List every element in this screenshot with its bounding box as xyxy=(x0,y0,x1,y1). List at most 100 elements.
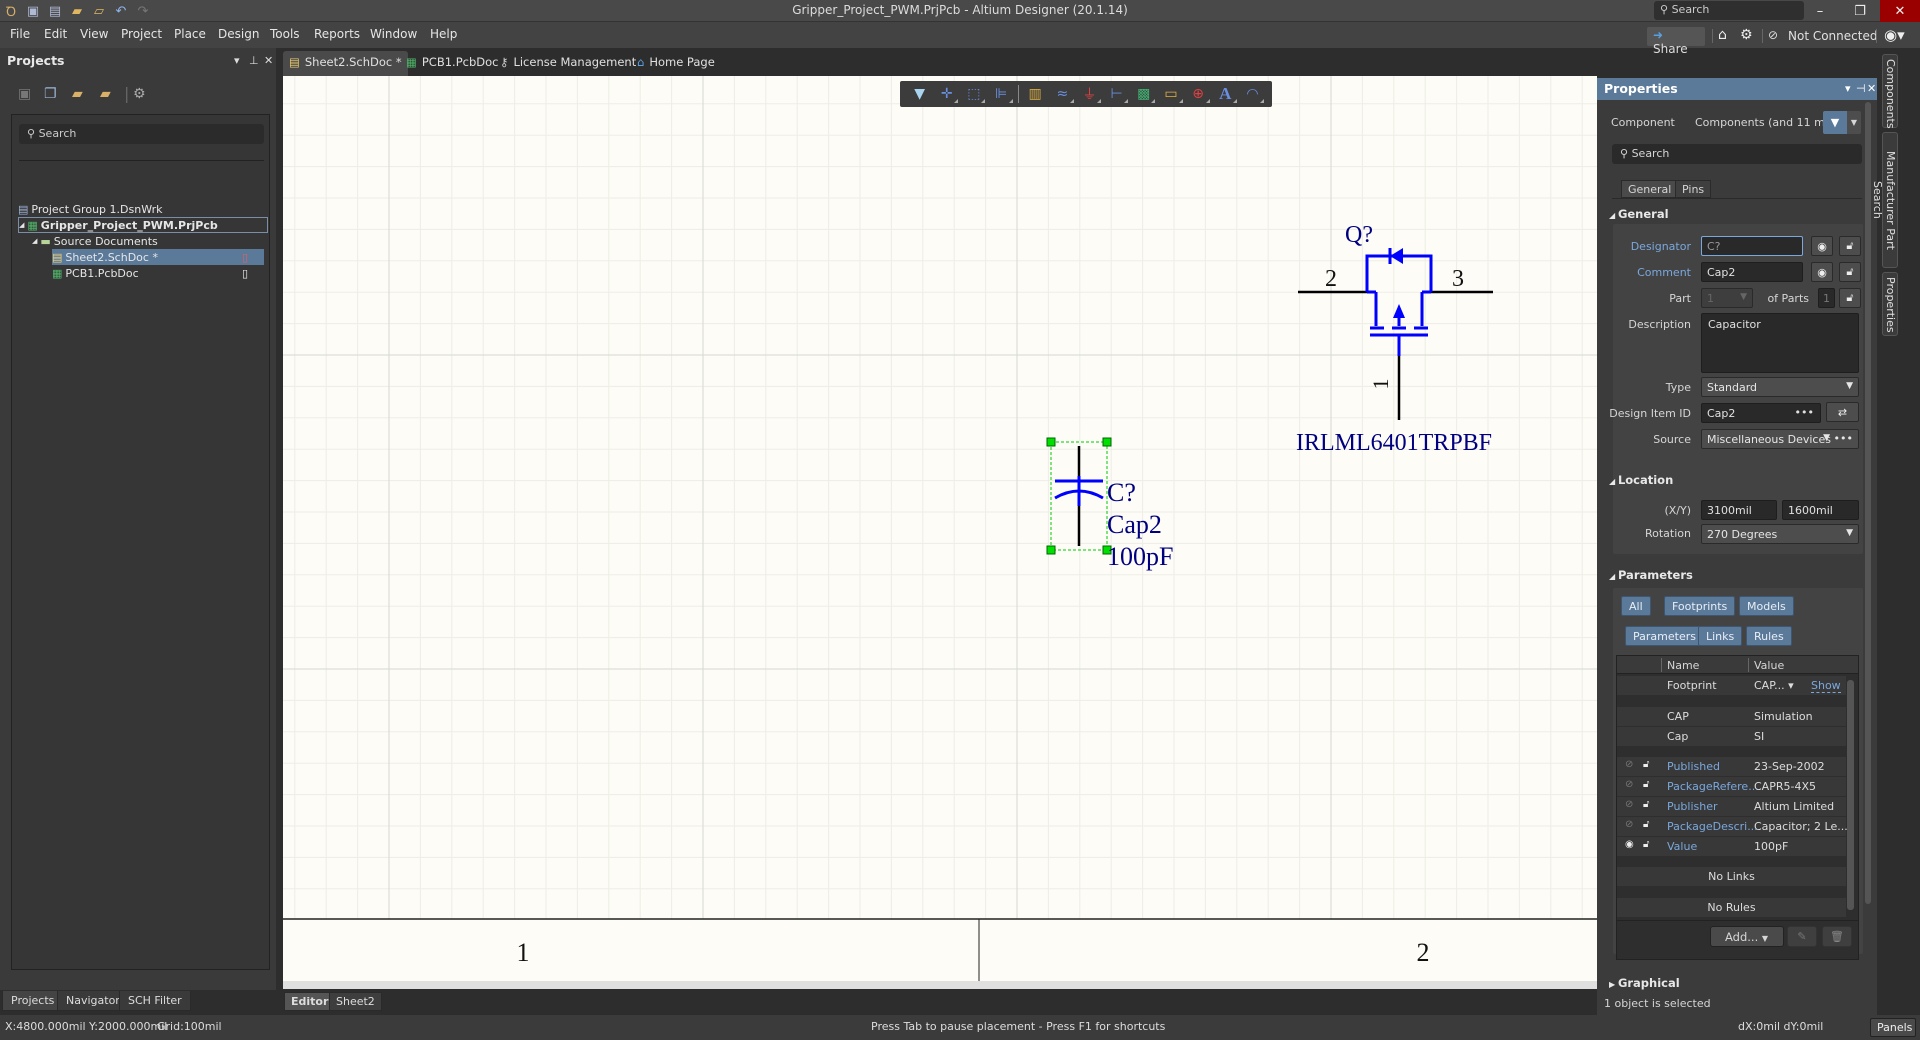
global-search-input[interactable]: ⚲ Search xyxy=(1654,1,1804,20)
tree-item-pcb1[interactable]: ▦ PCB1.PcbDoc ▯ xyxy=(52,265,264,281)
hidden-eye-icon[interactable]: ⊘ xyxy=(1625,799,1633,810)
tree-item-project-group[interactable]: ▤ Project Group 1.DsnWrk xyxy=(18,201,162,217)
arc-icon[interactable]: ◠ xyxy=(1239,83,1266,105)
design-item-id-input[interactable]: Cap2 ••• xyxy=(1701,403,1821,423)
close-panel-icon[interactable]: ✕ xyxy=(1867,82,1876,95)
grid-size[interactable]: Grid:100mil xyxy=(157,1020,222,1033)
user-account-icon[interactable]: ◉▾ xyxy=(1884,26,1905,44)
lock-icon[interactable]: 🔓︎ xyxy=(1643,839,1649,850)
place-part-icon[interactable]: ▥ xyxy=(1022,83,1049,105)
hidden-eye-icon[interactable]: ⊘ xyxy=(1625,819,1633,830)
filter-chip-rules[interactable]: Rules xyxy=(1746,626,1792,646)
panels-button[interactable]: Panels xyxy=(1870,1018,1916,1037)
side-tab-components[interactable]: Components xyxy=(1882,54,1898,129)
editor-tab-editor[interactable]: Editor xyxy=(284,992,336,1011)
ground-icon[interactable]: ⏚ xyxy=(1076,83,1103,105)
col-value-header[interactable]: Value xyxy=(1754,659,1784,672)
panel-scrollbar[interactable] xyxy=(1865,102,1871,904)
menu-design[interactable]: Design xyxy=(218,27,259,41)
copy-icon[interactable]: ❐ xyxy=(44,86,57,102)
table-row-parameter[interactable]: ◉ 🔓︎ Value 100pF xyxy=(1617,837,1846,856)
properties-search-input[interactable]: ⚲ Search xyxy=(1612,144,1862,164)
designator-lock-button[interactable]: 🔓︎ xyxy=(1839,236,1861,256)
table-row-model[interactable]: Cap SI xyxy=(1617,727,1846,746)
part-select[interactable]: 1 ▼ xyxy=(1701,288,1753,308)
selection-handle[interactable] xyxy=(1102,437,1112,447)
filter-button[interactable]: ▼ xyxy=(1823,111,1847,134)
undo-icon[interactable]: ↶ xyxy=(112,2,130,20)
menu-project[interactable]: Project xyxy=(121,27,162,41)
table-row-parameter[interactable]: ⊘ 🔓︎ PackageRefere... CAPR5-4X5 xyxy=(1617,777,1846,796)
filter-chip-models[interactable]: Models xyxy=(1739,596,1794,616)
menu-file[interactable]: File xyxy=(10,27,30,41)
tab-general[interactable]: General xyxy=(1621,180,1679,198)
directive-icon[interactable]: ⊕ xyxy=(1185,83,1212,105)
save-icon[interactable]: ▣ xyxy=(24,2,42,20)
tab-sheet2[interactable]: ▤ Sheet2.SchDoc * xyxy=(283,51,408,76)
text-icon[interactable]: A xyxy=(1212,83,1239,105)
home-icon[interactable]: ⌂ xyxy=(1718,27,1727,43)
folder-settings-icon[interactable]: ▰ xyxy=(100,86,111,102)
menu-help[interactable]: Help xyxy=(430,27,457,41)
redo-icon[interactable]: ↷ xyxy=(134,2,152,20)
port-icon[interactable]: ⊢ xyxy=(1103,83,1130,105)
location-y-input[interactable]: 1600mil xyxy=(1782,500,1859,520)
menu-reports[interactable]: Reports xyxy=(314,27,360,41)
gear-icon[interactable]: ⚙ xyxy=(1740,27,1753,43)
comment-lock-button[interactable]: 🔓︎ xyxy=(1839,262,1861,282)
schematic-drawing[interactable]: 1 2 Q? 2 3 1 IRLML6401TRPBF C? Cap2 100p… xyxy=(283,76,1597,981)
filter-chip-all[interactable]: All xyxy=(1621,596,1651,616)
lock-icon[interactable]: 🔓︎ xyxy=(1643,779,1649,790)
description-input[interactable]: Capacitor xyxy=(1701,313,1859,373)
close-panel-icon[interactable]: ✕ xyxy=(264,54,273,67)
panel-menu-icon[interactable]: ▾ xyxy=(1845,82,1851,95)
part-lock-button[interactable]: 🔓︎ xyxy=(1839,288,1861,308)
minimize-button[interactable]: – xyxy=(1800,0,1840,22)
side-tab-manufacturer-part-search[interactable]: Manufacturer Part Search xyxy=(1871,132,1898,268)
app-logo-icon[interactable]: Ꝺ xyxy=(2,2,20,20)
open-icon[interactable]: ▰ xyxy=(68,2,86,20)
panel-menu-icon[interactable]: ▾ xyxy=(234,54,240,67)
gear-icon[interactable]: ⚙ xyxy=(133,86,146,102)
projects-search-input[interactable]: ⚲ Search xyxy=(19,124,264,144)
expand-arrow-icon[interactable]: ◢ xyxy=(32,237,37,245)
type-select[interactable]: Standard ▼ xyxy=(1701,377,1859,397)
lock-icon[interactable]: 🔓︎ xyxy=(1643,759,1649,770)
share-button[interactable]: ➜ Share xyxy=(1647,27,1705,56)
editor-tab-sheet2[interactable]: Sheet2 xyxy=(329,992,382,1011)
col-name-header[interactable]: Name xyxy=(1667,659,1699,672)
menu-tools[interactable]: Tools xyxy=(270,27,300,41)
table-scrollbar[interactable] xyxy=(1847,680,1854,910)
panel-tab-sch-filter[interactable]: SCH Filter xyxy=(119,991,191,1011)
side-tab-properties[interactable]: Properties xyxy=(1882,272,1898,336)
tab-pins[interactable]: Pins xyxy=(1675,180,1712,198)
restore-button[interactable]: ❐ xyxy=(1840,0,1880,22)
delete-parameter-button[interactable]: 🗑︎ xyxy=(1822,926,1852,947)
lock-icon[interactable]: 🔓︎ xyxy=(1643,819,1649,830)
edit-parameter-button[interactable]: ✎ xyxy=(1787,926,1817,947)
comment-visibility-button[interactable]: ◉ xyxy=(1811,262,1833,282)
panel-tab-projects[interactable]: Projects xyxy=(2,991,64,1011)
pin-icon[interactable]: ⊥ xyxy=(249,54,259,67)
horizontal-scrollbar[interactable] xyxy=(283,981,1597,989)
section-location[interactable]: ◢ Location xyxy=(1609,473,1673,487)
net-label-icon[interactable]: ▭ xyxy=(1157,83,1184,105)
schematic-canvas[interactable]: 1 2 Q? 2 3 1 IRLML6401TRPBF C? Cap2 100p… xyxy=(283,76,1597,981)
swap-button[interactable]: ⇄ xyxy=(1826,402,1859,422)
filter-chip-links[interactable]: Links xyxy=(1698,626,1743,646)
section-general[interactable]: ◢ General xyxy=(1609,207,1669,221)
connection-status[interactable]: Not Connected xyxy=(1788,29,1877,43)
comment-input[interactable]: Cap2 xyxy=(1701,262,1803,282)
tree-item-project[interactable]: ◢ ▦ Gripper_Project_PWM.PrjPcb xyxy=(18,217,268,233)
menu-edit[interactable]: Edit xyxy=(44,27,67,41)
lock-icon[interactable]: 🔓︎ xyxy=(1643,799,1649,810)
footprint-select[interactable]: CAP... ▾ xyxy=(1754,679,1794,692)
table-row-parameter[interactable]: ⊘ 🔓︎ Published 23-Sep-2002 xyxy=(1617,757,1846,776)
selection-handle[interactable] xyxy=(1046,437,1056,447)
pin-icon[interactable]: ⊣ xyxy=(1856,82,1866,95)
tab-license-management[interactable]: ⚷ License Management xyxy=(494,51,642,76)
capacitor-component[interactable]: C? Cap2 100pF xyxy=(1046,437,1173,571)
more-icon[interactable]: ••• xyxy=(1795,406,1814,419)
filter-chip-parameters[interactable]: Parameters xyxy=(1625,626,1704,646)
section-graphical[interactable]: ▶ Graphical xyxy=(1609,976,1680,990)
